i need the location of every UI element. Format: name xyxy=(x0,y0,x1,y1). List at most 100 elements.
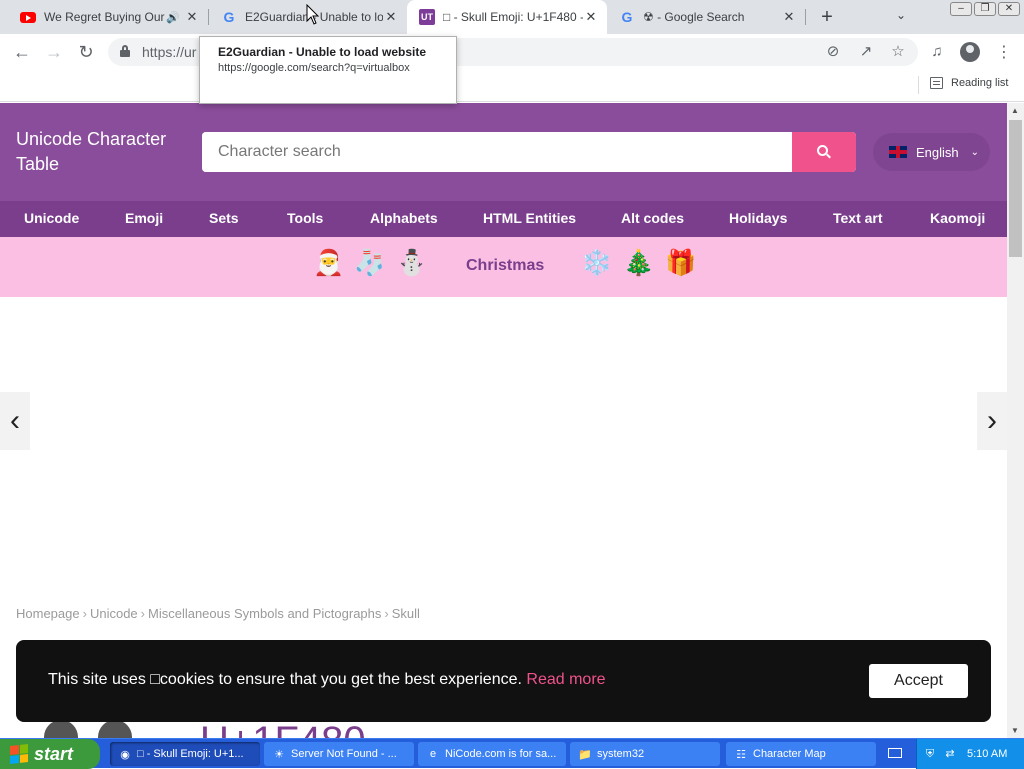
snowman-emoji[interactable]: ⛄ xyxy=(396,248,427,278)
socks-emoji[interactable]: 🧦 xyxy=(354,248,385,278)
christmas-banner[interactable]: 🎅 🧦 ⛄ Christmas ❄️ 🎄 🎁 xyxy=(0,237,1007,297)
back-button[interactable]: ← xyxy=(10,40,34,64)
tab-skull-emoji[interactable]: UT □ - Skull Emoji: U+1F480 - ✕ xyxy=(407,0,607,34)
close-tab-icon[interactable]: ✕ xyxy=(781,9,797,25)
close-tab-icon[interactable]: ✕ xyxy=(184,9,200,25)
window-controls: – ❐ ✕ xyxy=(950,2,1020,16)
tab-search-chevron-icon[interactable]: ⌄ xyxy=(896,8,906,22)
accept-cookies-button[interactable]: Accept xyxy=(869,664,968,698)
eye-slash-icon[interactable]: ⊘ xyxy=(824,43,842,61)
browser-tab-strip: We Regret Buying Our 🔊 ✕ G E2Guardian - … xyxy=(0,0,1024,34)
site-logo[interactable]: Unicode Character Table xyxy=(16,127,186,177)
security-shield-icon[interactable]: ⛨ xyxy=(923,747,937,761)
taskbar-item-ie[interactable]: e NiCode.com is for sa... xyxy=(418,742,566,766)
tab-title: We Regret Buying Our xyxy=(44,10,165,24)
network-icon[interactable]: ⇄ xyxy=(943,747,957,761)
chevron-down-icon: ⌄ xyxy=(970,146,980,158)
bookmark-star-icon[interactable]: ☆ xyxy=(889,43,907,61)
tooltip-url: https://google.com/search?q=virtualbox xyxy=(218,62,410,74)
main-nav: Unicode Emoji Sets Tools Alphabets HTML … xyxy=(0,201,1007,237)
clock[interactable]: 5:10 AM xyxy=(967,748,1007,760)
lock-icon[interactable] xyxy=(120,45,130,57)
scroll-up-icon[interactable]: ▲ xyxy=(1011,106,1019,115)
snowflake-emoji[interactable]: ❄️ xyxy=(581,248,612,278)
cookie-text: This site uses □cookies to ensure that y… xyxy=(48,671,522,688)
nav-unicode[interactable]: Unicode xyxy=(24,201,79,237)
chevron-right-icon: › xyxy=(987,404,997,437)
taskbar-item-charmap[interactable]: ☷ Character Map xyxy=(726,742,876,766)
menu-dots-icon[interactable]: ⋮ xyxy=(996,42,1012,62)
forward-button[interactable]: → xyxy=(42,40,66,64)
chevron-left-icon: ‹ xyxy=(10,404,20,437)
url-text: https://ur xyxy=(142,44,197,60)
start-button[interactable]: start xyxy=(0,739,100,769)
scrollbar-thumb[interactable] xyxy=(1009,120,1022,257)
profile-avatar[interactable] xyxy=(960,42,980,62)
divider xyxy=(918,76,919,94)
close-tab-icon[interactable]: ✕ xyxy=(383,9,399,25)
cookie-banner: This site uses □cookies to ensure that y… xyxy=(16,640,991,722)
site-header: Unicode Character Table English ⌄ xyxy=(0,103,1007,201)
cookie-message: This site uses □cookies to ensure that y… xyxy=(48,671,606,689)
nav-sets[interactable]: Sets xyxy=(209,201,239,237)
santa-emoji[interactable]: 🎅 xyxy=(313,248,344,278)
tab-e2guardian[interactable]: G E2Guardian - Unable to load ✕ xyxy=(201,0,407,34)
nav-alt-codes[interactable]: Alt codes xyxy=(621,201,684,237)
language-label: English xyxy=(916,144,959,160)
gift-emoji[interactable]: 🎁 xyxy=(665,248,696,278)
youtube-icon xyxy=(20,9,36,25)
ie-icon: e xyxy=(429,748,437,760)
nav-html-entities[interactable]: HTML Entities xyxy=(483,201,576,237)
breadcrumb-homepage[interactable]: Homepage xyxy=(16,606,80,621)
breadcrumb-misc-symbols[interactable]: Miscellaneous Symbols and Pictographs xyxy=(148,606,381,621)
nav-kaomoji[interactable]: Kaomoji xyxy=(930,201,985,237)
nav-alphabets[interactable]: Alphabets xyxy=(370,201,438,237)
tab-youtube[interactable]: We Regret Buying Our 🔊 ✕ xyxy=(0,0,208,34)
breadcrumb: Homepage › Unicode › Miscellaneous Symbols a… xyxy=(16,606,420,621)
carousel-next-button[interactable]: › xyxy=(977,392,1007,450)
firefox-icon: ☀ xyxy=(274,748,284,761)
reading-list-icon xyxy=(930,77,943,89)
nav-text-art[interactable]: Text art xyxy=(833,201,883,237)
reading-list-button[interactable]: Reading list xyxy=(930,77,1008,89)
nav-emoji[interactable]: Emoji xyxy=(125,201,163,237)
skull-image xyxy=(36,720,146,740)
browser-toolbar: ← → ↻ https://ur ⊘ ↗ ☆ ♫ xyxy=(0,34,1024,70)
folder-icon: 📁 xyxy=(578,748,592,761)
unicode-table-icon: UT xyxy=(419,9,435,25)
minimize-button[interactable]: – xyxy=(950,2,972,16)
uk-flag-icon xyxy=(889,146,907,158)
close-window-button[interactable]: ✕ xyxy=(998,2,1020,16)
taskbar-item-system32[interactable]: 📁 system32 xyxy=(570,742,720,766)
character-search xyxy=(202,132,856,172)
carousel-prev-button[interactable]: ‹ xyxy=(0,392,30,450)
nav-tools[interactable]: Tools xyxy=(287,201,323,237)
read-more-link[interactable]: Read more xyxy=(526,671,605,688)
new-tab-button[interactable]: + xyxy=(816,6,838,28)
breadcrumb-unicode[interactable]: Unicode xyxy=(90,606,138,621)
tab-google-search[interactable]: G ☢ - Google Search ✕ xyxy=(599,0,805,34)
search-input[interactable] xyxy=(202,132,792,172)
close-tab-icon[interactable]: ✕ xyxy=(583,9,599,25)
google-icon: G xyxy=(223,9,235,25)
audio-playing-icon[interactable]: 🔊 xyxy=(166,11,180,24)
holiday-label[interactable]: Christmas xyxy=(466,257,544,275)
reload-button[interactable]: ↻ xyxy=(74,40,98,64)
search-button[interactable] xyxy=(792,132,856,172)
tab-hover-tooltip: E2Guardian - Unable to load website http… xyxy=(199,36,457,104)
tab-title: □ - Skull Emoji: U+1F480 - xyxy=(443,10,583,24)
page-scrollbar[interactable]: ▲ ▼ xyxy=(1007,103,1024,738)
language-selector[interactable]: English ⌄ xyxy=(873,133,990,171)
keyboard-icon[interactable] xyxy=(888,748,902,758)
maximize-button[interactable]: ❐ xyxy=(974,2,996,16)
scroll-down-icon[interactable]: ▼ xyxy=(1011,726,1019,735)
christmas-tree-emoji[interactable]: 🎄 xyxy=(623,248,654,278)
breadcrumb-skull[interactable]: Skull xyxy=(392,606,420,621)
tab-title: ☢ - Google Search xyxy=(643,10,745,24)
media-controls-icon[interactable]: ♫ xyxy=(928,43,946,61)
share-icon[interactable]: ↗ xyxy=(857,43,875,61)
nav-holidays[interactable]: Holidays xyxy=(729,201,787,237)
tooltip-title: E2Guardian - Unable to load website xyxy=(218,45,427,59)
taskbar-item-firefox[interactable]: ☀ Server Not Found - ... xyxy=(264,742,414,766)
taskbar-item-chrome[interactable]: ◉ □ - Skull Emoji: U+1... xyxy=(110,742,260,766)
